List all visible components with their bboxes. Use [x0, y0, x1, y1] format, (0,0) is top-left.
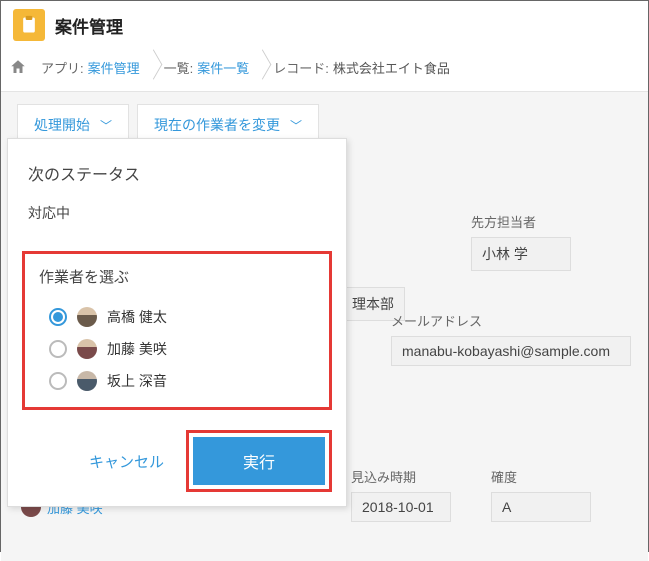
lead-date-value: 2018-10-01 [351, 492, 451, 522]
breadcrumb: アプリ: 案件管理 一覧: 案件一覧 レコード: 株式会社エイト食品 [1, 49, 648, 91]
breadcrumb-item-list[interactable]: 一覧: 案件一覧 [156, 53, 266, 81]
popup-actions: キャンセル 実行 [28, 430, 332, 492]
assignee-option[interactable]: 高橋 健太 [39, 301, 315, 333]
page-title: 案件管理 [55, 13, 123, 38]
record-fields-row: 見込み時期 2018-10-01 確度 A [351, 467, 591, 522]
popup-title: 次のステータス [28, 161, 326, 185]
radio-icon [49, 340, 67, 358]
home-icon[interactable] [9, 58, 27, 76]
assignee-option[interactable]: 加藤 美咲 [39, 333, 315, 365]
status-popup: 次のステータス 対応中 作業者を選ぶ 高橋 健太 加藤 美咲 坂上 深音 キャン… [7, 138, 347, 507]
chevron-down-icon: ﹀ [100, 117, 112, 134]
assignee-option[interactable]: 坂上 深音 [39, 365, 315, 397]
app-header: 案件管理 [1, 1, 648, 49]
assignee-select-box: 作業者を選ぶ 高橋 健太 加藤 美咲 坂上 深音 [22, 251, 332, 410]
radio-icon [49, 308, 67, 326]
breadcrumb-label: レコード: [273, 58, 329, 77]
breadcrumb-link: 案件管理 [88, 58, 140, 77]
certainty-value: A [491, 492, 591, 522]
assignee-select-title: 作業者を選ぶ [39, 266, 315, 287]
radio-icon [49, 372, 67, 390]
breadcrumb-item-app[interactable]: アプリ: 案件管理 [33, 53, 156, 81]
popup-status-value: 対応中 [28, 203, 326, 223]
content-area: 処理開始 ﹀ 現在の作業者を変更 ﹀ 理本部 先方担当者 小林 学 メールアドレ… [1, 91, 648, 561]
execute-button[interactable]: 実行 [193, 437, 325, 485]
contact-label: 先方担当者 [471, 212, 638, 231]
certainty-label: 確度 [491, 467, 591, 486]
record-fields: 先方担当者 小林 学 メールアドレス manabu-kobayashi@samp… [351, 212, 638, 406]
lead-date-label: 見込み時期 [351, 467, 451, 486]
avatar [77, 371, 97, 391]
button-label: 処理開始 [34, 115, 90, 135]
assignee-option-label: 坂上 深音 [107, 371, 167, 391]
breadcrumb-item-record[interactable]: レコード: 株式会社エイト食品 [265, 53, 466, 81]
avatar [77, 307, 97, 327]
email-label: メールアドレス [391, 311, 638, 330]
chevron-down-icon: ﹀ [290, 117, 302, 134]
breadcrumb-label: 一覧: [164, 58, 194, 77]
breadcrumb-label: アプリ: [41, 58, 84, 77]
execute-highlight: 実行 [186, 430, 332, 492]
email-value: manabu-kobayashi@sample.com [391, 336, 631, 366]
avatar [77, 339, 97, 359]
button-label: 現在の作業者を変更 [154, 115, 280, 135]
clipboard-icon [13, 9, 45, 41]
cancel-button[interactable]: キャンセル [67, 437, 186, 486]
assignee-option-label: 加藤 美咲 [107, 339, 167, 359]
contact-value: 小林 学 [471, 237, 571, 271]
assignee-option-label: 高橋 健太 [107, 307, 167, 327]
breadcrumb-link: 株式会社エイト食品 [333, 58, 450, 77]
breadcrumb-link: 案件一覧 [197, 58, 249, 77]
